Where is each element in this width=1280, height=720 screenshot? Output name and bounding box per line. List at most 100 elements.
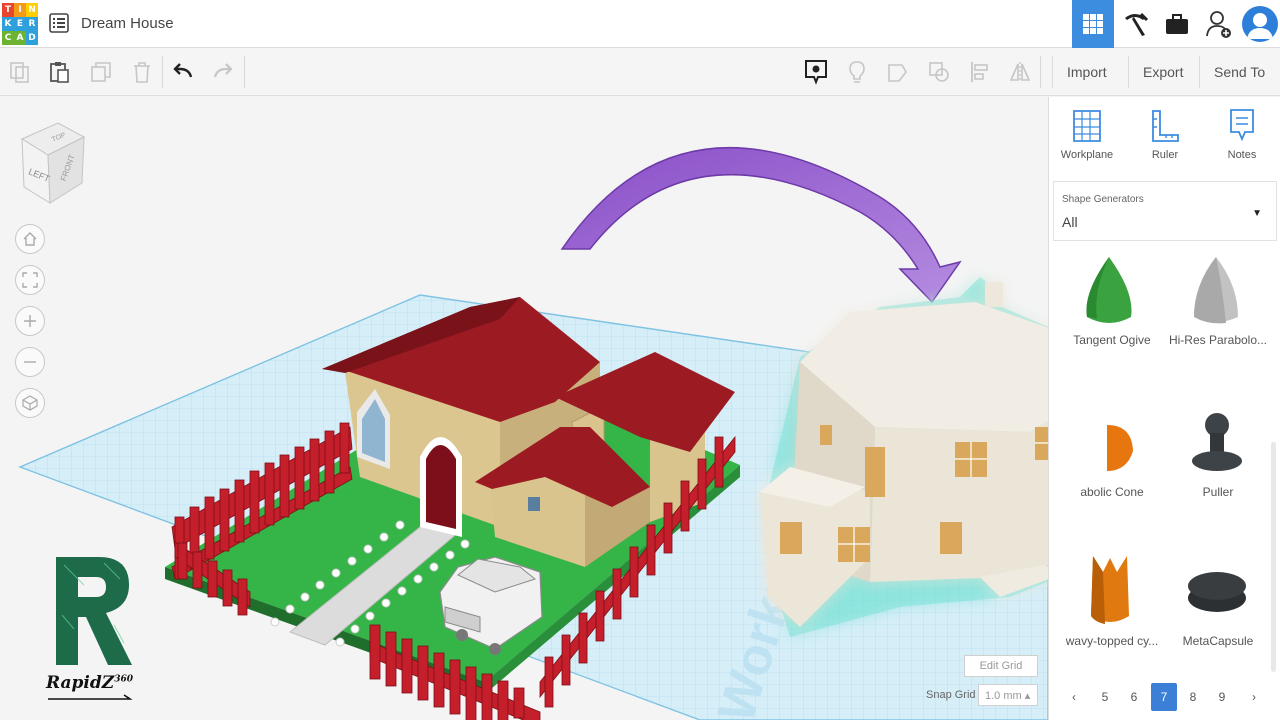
delete-button[interactable]: [130, 60, 154, 84]
lightbulb-icon: [849, 61, 865, 83]
perspective-toggle-button[interactable]: [15, 388, 45, 418]
copy-icon: [10, 62, 29, 83]
shape-label: wavy-topped cy...: [1065, 634, 1159, 648]
page-6-button[interactable]: 6: [1121, 683, 1147, 711]
grid-icon: [1083, 14, 1103, 34]
fit-view-button[interactable]: [15, 265, 45, 295]
shape-label: abolic Cone: [1080, 485, 1144, 499]
logo-letter: A: [14, 31, 26, 45]
duplicate-icon: [91, 62, 111, 82]
group-icon: [888, 64, 907, 82]
shape-item[interactable]: Hi-Res Parabolo...: [1163, 255, 1273, 355]
align-button[interactable]: [968, 60, 992, 84]
profile-avatar[interactable]: [1242, 6, 1278, 42]
logo-letter: N: [26, 3, 38, 17]
shape-item[interactable]: Puller: [1163, 407, 1273, 507]
shape-pagination: ‹ 5 6 7 8 9 ›: [1049, 683, 1280, 713]
tinkercad-logo[interactable]: T I N K E R C A D: [2, 3, 38, 46]
document-title[interactable]: Dream House: [81, 15, 174, 32]
metacapsule-icon: [1188, 572, 1246, 612]
top-right-actions: [1072, 0, 1280, 48]
page-8-button[interactable]: 8: [1180, 683, 1206, 711]
puller-icon: [1192, 413, 1242, 471]
hint-button[interactable]: [845, 60, 869, 84]
shape-item[interactable]: wavy-topped cy...: [1057, 552, 1167, 652]
workplane-tool-label: Workplane: [1060, 149, 1114, 161]
panel-scrollbar[interactable]: [1271, 442, 1276, 672]
logo-letter: K: [2, 17, 14, 31]
ruler-tool-label: Ruler: [1151, 149, 1179, 161]
scene-canvas[interactable]: Workplane: [0, 97, 1048, 720]
shape-item[interactable]: Tangent Ogive: [1057, 255, 1167, 355]
zoom-in-button[interactable]: [15, 306, 45, 336]
design-list-icon[interactable]: [49, 13, 69, 33]
workplane-icon: [1073, 110, 1101, 142]
caret-down-icon: ▼: [1252, 208, 1262, 219]
ruler-icon: [1152, 110, 1179, 142]
shape-label: MetaCapsule: [1182, 634, 1254, 648]
logo-letter: R: [26, 17, 38, 31]
ungroup-button[interactable]: [927, 60, 951, 84]
shape-item[interactable]: MetaCapsule: [1163, 552, 1273, 652]
workplane-tool[interactable]: Workplane: [1052, 107, 1122, 161]
paste-button[interactable]: [48, 60, 72, 84]
user-avatar-icon: [1247, 13, 1273, 39]
transition-arrow: [560, 147, 962, 304]
shape-label: Hi-Res Parabolo...: [1168, 333, 1268, 347]
toolbar-divider: [1040, 56, 1041, 88]
next-page-button[interactable]: ›: [1241, 683, 1267, 711]
page-5-button[interactable]: 5: [1092, 683, 1118, 711]
fit-view-icon: [22, 272, 38, 288]
logo-letter: C: [2, 31, 14, 45]
logo-letter: E: [14, 17, 26, 31]
page-7-button[interactable]: 7: [1151, 683, 1177, 711]
mirror-button[interactable]: [1008, 60, 1032, 84]
grid-view-button[interactable]: [1072, 0, 1114, 48]
undo-button[interactable]: [171, 60, 195, 84]
notes-tool[interactable]: Notes: [1207, 107, 1277, 161]
group-button[interactable]: [886, 60, 910, 84]
build-tools-button[interactable]: [1114, 0, 1156, 48]
shape-item[interactable]: abolic Cone: [1057, 407, 1167, 507]
duplicate-button[interactable]: [89, 60, 113, 84]
align-icon: [971, 62, 988, 82]
wavy-cylinder-icon: [1091, 556, 1129, 624]
prev-page-button[interactable]: ‹: [1061, 683, 1087, 711]
ungroup-icon: [929, 62, 949, 82]
3d-workplane-viewport[interactable]: Workplane: [0, 97, 1048, 720]
tangent-ogive-icon: [1086, 257, 1132, 323]
parabolic-cone-icon: [1107, 425, 1133, 471]
show-all-button[interactable]: [804, 60, 828, 85]
briefcase-icon: [1166, 14, 1188, 34]
briefcase-button[interactable]: [1156, 0, 1198, 48]
notes-tool-label: Notes: [1227, 149, 1257, 161]
ruler-tool[interactable]: Ruler: [1130, 107, 1200, 161]
mirror-icon: [1009, 62, 1031, 82]
page-9-button[interactable]: 9: [1209, 683, 1235, 711]
import-button[interactable]: Import: [1052, 56, 1121, 88]
view-cube[interactable]: TOP LEFT FRONT: [18, 119, 86, 214]
add-user-button[interactable]: [1198, 0, 1240, 48]
printed-house-photo: [760, 277, 1048, 637]
shape-generators-dropdown[interactable]: Shape Generators All ▼: [1053, 181, 1277, 241]
send-to-button[interactable]: Send To: [1199, 56, 1279, 88]
toolbar-divider: [244, 56, 245, 88]
logo-letter: T: [2, 3, 14, 17]
home-icon: [23, 232, 37, 246]
pickaxe-icon: [1125, 12, 1149, 36]
toolbar-divider: [162, 56, 163, 88]
copy-button[interactable]: [8, 60, 32, 84]
undo-arrow-icon: [173, 63, 193, 78]
rapidz-logo-text: RapidZ: [46, 673, 115, 693]
edit-grid-button[interactable]: Edit Grid: [964, 655, 1038, 677]
home-view-button[interactable]: [15, 224, 45, 254]
snap-grid-label: Snap Grid: [926, 689, 976, 701]
zoom-out-button[interactable]: [15, 347, 45, 377]
redo-button[interactable]: [211, 60, 235, 84]
edit-toolbar: Import Export Send To: [0, 48, 1280, 96]
export-button[interactable]: Export: [1128, 56, 1197, 88]
note-icon: [1230, 109, 1254, 142]
paraboloid-icon: [1194, 257, 1238, 324]
snap-grid-select[interactable]: 1.0 mm ▴: [978, 684, 1038, 706]
rapidz-logo: RapidZ360: [44, 555, 144, 705]
